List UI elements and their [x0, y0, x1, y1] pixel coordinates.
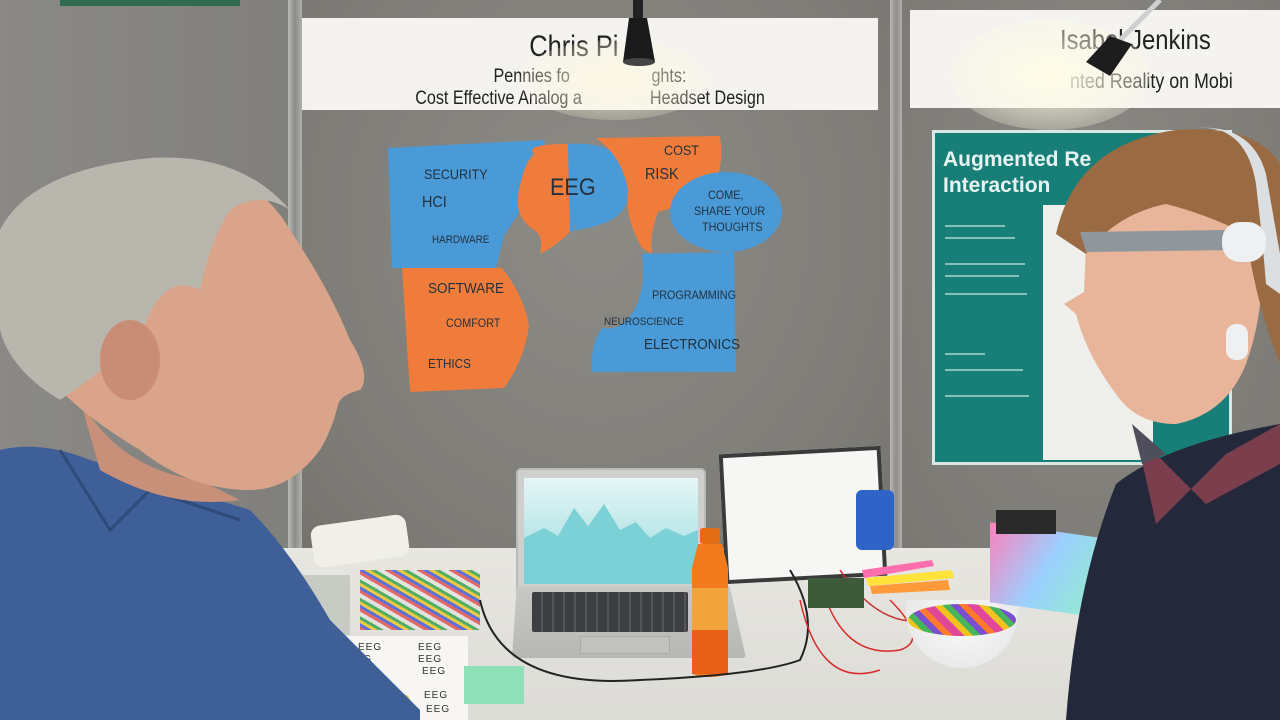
poster-text-line — [945, 369, 1023, 371]
map-label-thoughts: THOUGHTS — [702, 220, 763, 234]
clip-lamp — [623, 0, 655, 66]
top-edge-strip — [60, 0, 240, 6]
banner-subtitle-line1: Pennies fo ghts: — [493, 66, 687, 87]
map-label-comfort: COMFORT — [446, 316, 501, 330]
map-label-neuroscience: NEUROSCIENCE — [604, 316, 684, 328]
banner-chris: Chris Pir Pennies foghts: Cost Effective… — [302, 18, 878, 110]
map-label-risk: RISK — [645, 166, 679, 183]
map-label-electronics: ELECTRONICS — [644, 336, 741, 353]
map-label-programming: PROGRAMMING — [652, 288, 737, 302]
poster-text-line — [945, 293, 1027, 295]
photo-scene: Chris Pir Pennies foghts: Cost Effective… — [0, 0, 1280, 720]
neon-sticky-tabs — [862, 560, 954, 594]
board-frame-pole — [890, 0, 902, 560]
chart-row-label: EEG — [424, 690, 449, 701]
chart-row-label: EEG — [418, 642, 443, 653]
poster-text-line — [945, 353, 985, 355]
clip-lamp — [1086, 0, 1162, 76]
map-label-hardware: HARDWARE — [432, 234, 490, 246]
sweets — [908, 604, 1016, 636]
chart-row-label: EEG — [422, 666, 447, 677]
map-label-hci: HCI — [422, 194, 447, 211]
chart-row-label: EEG — [418, 654, 443, 665]
poster-text-line — [945, 225, 1005, 227]
poster-text-line — [945, 275, 1019, 277]
banner-subtitle-line2: Cost Effective Analog a Headset Design — [415, 88, 765, 109]
map-label-eeg: EEG — [550, 174, 596, 201]
poster-text-line — [945, 395, 1029, 397]
map-label-cost: COST — [664, 142, 700, 158]
poster-text-line — [945, 263, 1025, 265]
poster-text-line — [945, 237, 1015, 239]
circuit-board — [808, 578, 864, 608]
chart-row-label: EEG — [426, 704, 451, 715]
map-label-security: SECURITY — [424, 166, 488, 182]
map-label-ethics: ETHICS — [428, 356, 471, 371]
man-right — [1056, 127, 1280, 720]
power-adapter — [996, 510, 1056, 534]
map-label-share: SHARE YOUR — [694, 204, 766, 218]
map-label-come: COME, — [708, 188, 744, 202]
man-left — [0, 157, 420, 720]
banner-name: Chris Pir — [529, 30, 651, 63]
map-label-software: SOFTWARE — [428, 280, 505, 297]
